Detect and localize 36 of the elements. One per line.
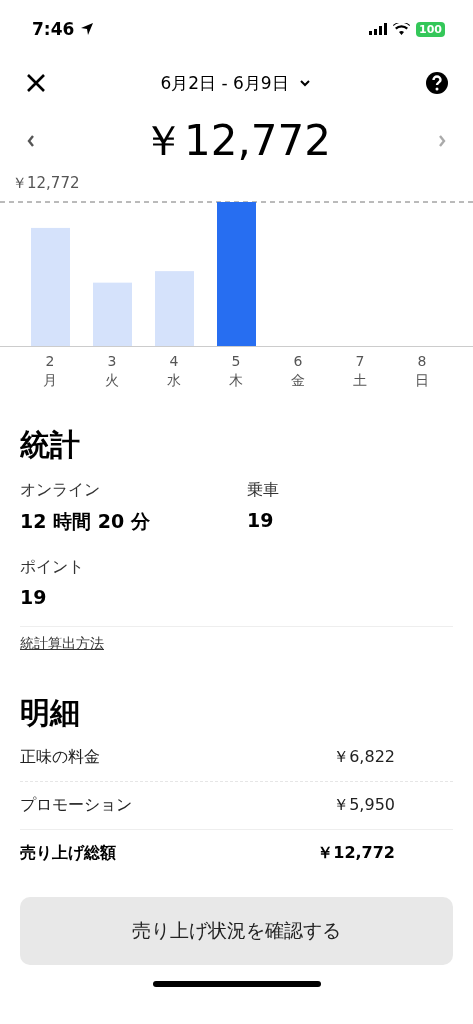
- day-label: 3 火: [104, 352, 120, 390]
- close-button[interactable]: [26, 73, 46, 93]
- total-amount: ￥12,772: [142, 115, 331, 167]
- previous-chevron[interactable]: [26, 134, 36, 148]
- breakdown-amount: ￥6,822: [333, 747, 395, 768]
- next-chevron[interactable]: [437, 134, 447, 148]
- help-icon[interactable]: [425, 71, 449, 95]
- stat-label: 乗車: [247, 480, 280, 501]
- stat-value: 19: [20, 586, 48, 608]
- stats-heading: 統計: [20, 426, 81, 464]
- location-arrow-icon: [80, 22, 95, 36]
- battery-level: 100: [416, 21, 445, 37]
- breakdown-amount: ￥12,772: [317, 843, 395, 864]
- breakdown-label: 売り上げ総額: [20, 843, 116, 864]
- breakdown-amount: ￥5,950: [333, 795, 395, 816]
- day-label: 6 金: [290, 352, 306, 390]
- breakdown-label: 正味の料金: [20, 747, 100, 768]
- day-label: 8 日: [414, 352, 430, 390]
- status-time: 7:46: [32, 19, 75, 39]
- stat-value: 19: [247, 509, 275, 531]
- stat-label: ポイント: [20, 557, 85, 578]
- wifi-icon: [393, 23, 411, 35]
- signal-icon: [369, 23, 388, 35]
- day-label: 5 木: [228, 352, 244, 390]
- day-label: 2 月: [42, 352, 58, 390]
- stat-value: 12 時間 20 分: [20, 509, 151, 534]
- breakdown-heading: 明細: [20, 694, 81, 732]
- breakdown-label: プロモーション: [20, 795, 132, 816]
- day-label: 7 土: [352, 352, 368, 390]
- check-sales-button[interactable]: 売り上げ状況を確認する: [20, 897, 453, 965]
- day-label: 4 水: [166, 352, 182, 390]
- stats-method-link[interactable]: 統計算出方法: [20, 635, 104, 653]
- chevron-down-icon: [298, 79, 311, 87]
- reference-label: ￥12,772: [12, 174, 80, 193]
- stat-label: オンライン: [20, 480, 101, 501]
- date-range-dropdown[interactable]: 6月2日 - 6月9日: [160, 71, 311, 95]
